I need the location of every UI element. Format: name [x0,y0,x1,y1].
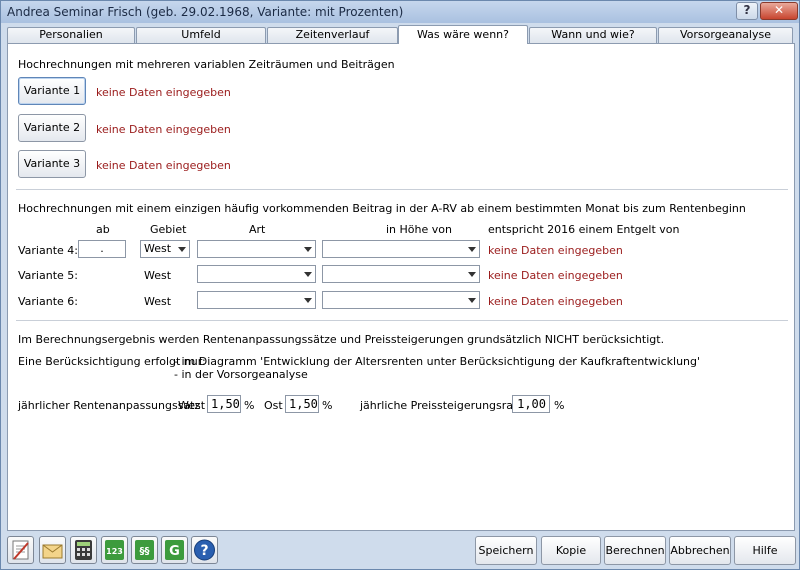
tab-was-waere-wenn[interactable]: Was wäre wenn? [398,25,528,44]
variante-6-status: keine Daten eingegeben [488,295,623,308]
variante-6-hoehe-select[interactable] [322,291,480,309]
variante-6-gebiet: West [144,295,172,308]
variante-3-status: keine Daten eingegeben [96,159,231,172]
variante-4-ab-input[interactable]: . [78,240,126,258]
preis-label: jährliche Preissteigerungsrate [360,399,525,412]
tab-bar: Personalien Umfeld Zeitenverlauf Was wär… [7,25,795,44]
west-rate-input[interactable]: 1,50 [207,395,241,413]
numbers-icon[interactable]: 123 [101,536,128,564]
help-icon[interactable]: ? [191,536,218,564]
variante-5-hoehe-select[interactable] [322,265,480,283]
col-ab-header: ab [96,223,110,236]
divider [16,320,788,321]
tab-umfeld[interactable]: Umfeld [136,27,266,43]
preis-percent: % [554,399,565,412]
chevron-down-icon [304,247,312,252]
section2-heading: Hochrechnungen mit einem einzigen häufig… [18,202,746,215]
west-label: West [178,399,206,412]
variante-5-gebiet: West [144,269,172,282]
letter-g-icon-label: G [169,544,180,559]
col-gebiet-header: Gebiet [150,223,187,236]
tab-panel: Hochrechnungen mit mehreren variablen Ze… [7,43,795,531]
chevron-down-icon [178,247,186,252]
help-title-button[interactable]: ? [736,2,758,20]
window-title: Andrea Seminar Frisch (geb. 29.02.1968, … [7,5,404,19]
tab-personalien[interactable]: Personalien [7,27,135,43]
divider [16,189,788,190]
calculator-icon[interactable] [70,536,97,564]
variante-5-status: keine Daten eingegeben [488,269,623,282]
rentenanpassung-label: jährlicher Rentenanpassungssatz [18,399,201,412]
not-considered-note: Im Berechnungsergebnis werden Rentenanpa… [18,333,665,346]
title-bar: Andrea Seminar Frisch (geb. 29.02.1968, … [1,1,799,23]
col-art-header: Art [249,223,266,236]
chevron-down-icon [468,247,476,252]
letter-g-icon[interactable]: G [161,536,188,564]
variante-4-hoehe-select[interactable] [322,240,480,258]
variante-1-button[interactable]: Variante 1 [18,77,86,105]
variante-5-label: Variante 5: [18,269,78,282]
variante-4-art-select[interactable] [197,240,316,258]
variante-3-button[interactable]: Variante 3 [18,150,86,178]
ost-rate-input[interactable]: 1,50 [285,395,319,413]
help-icon-label: ? [200,543,208,559]
preis-rate-input[interactable]: 1,00 [512,395,550,413]
variante-4-label: Variante 4: [18,244,78,257]
paragraph-icon-label: §§ [140,546,150,557]
variante-4-gebiet-select[interactable]: West [140,240,190,258]
notepad-icon[interactable] [7,536,34,564]
ost-label: Ost [264,399,283,412]
paragraph-icon[interactable]: §§ [131,536,158,564]
variante-1-status: keine Daten eingegeben [96,86,231,99]
tab-wann-und-wie[interactable]: Wann und wie? [529,27,657,43]
variante-4-status: keine Daten eingegeben [488,244,623,257]
ost-percent: % [322,399,333,412]
col-hoehe-header: in Höhe von [386,223,452,236]
variante-4-gebiet-value: West [144,242,172,255]
window: Andrea Seminar Frisch (geb. 29.02.1968, … [0,0,800,570]
copy-button[interactable]: Kopie [541,536,601,565]
cancel-button[interactable]: Abbrechen [669,536,731,565]
consider-item-vorsorge: - in der Vorsorgeanalyse [174,368,308,381]
variante-2-status: keine Daten eingegeben [96,123,231,136]
close-button[interactable]: ✕ [760,2,798,20]
chevron-down-icon [468,272,476,277]
tab-zeitenverlauf[interactable]: Zeitenverlauf [267,27,398,43]
west-percent: % [244,399,255,412]
section1-heading: Hochrechnungen mit mehreren variablen Ze… [18,58,395,71]
variante-5-art-select[interactable] [197,265,316,283]
variante-2-button[interactable]: Variante 2 [18,114,86,142]
variante-6-label: Variante 6: [18,295,78,308]
envelope-icon[interactable] [39,536,66,564]
variante-6-art-select[interactable] [197,291,316,309]
chevron-down-icon [304,298,312,303]
save-button[interactable]: Speichern [475,536,537,565]
help-button[interactable]: Hilfe [734,536,796,565]
chevron-down-icon [304,272,312,277]
consider-item-diagram: - im Diagramm 'Entwicklung der Altersren… [174,355,701,368]
calculate-button[interactable]: Berechnen [604,536,666,565]
numbers-icon-label: 123 [106,547,123,556]
bottom-toolbar: 123 §§ G ? Speichern Kopie Berechnen Abb… [1,533,799,569]
col-entgelt-header: entspricht 2016 einem Entgelt von [488,223,680,236]
tab-vorsorgeanalyse[interactable]: Vorsorgeanalyse [658,27,793,43]
chevron-down-icon [468,298,476,303]
